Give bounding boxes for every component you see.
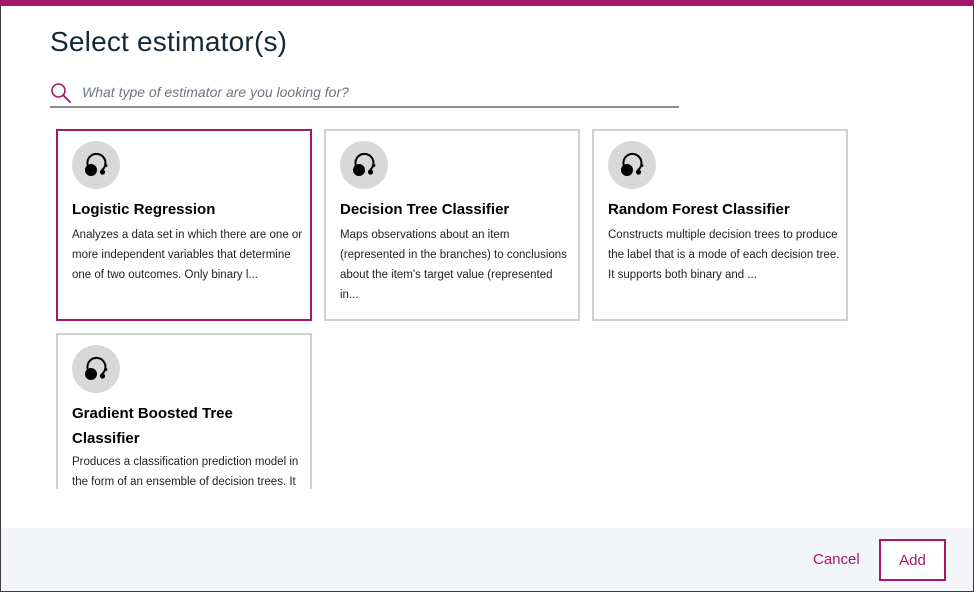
estimator-card-gradient-boosted-tree-classifier[interactable]: Gradient Boosted Tree Classifier Produce… [56,333,312,489]
select-estimators-dialog: Select estimator(s) Logistic Regression … [0,6,974,592]
estimator-icon [72,141,120,189]
estimator-icon [72,345,120,393]
estimator-description: Constructs multiple decision trees to pr… [608,229,840,281]
search-icon [51,83,71,103]
estimator-card-random-forest-classifier[interactable]: Random Forest Classifier Constructs mult… [592,129,848,321]
search-input[interactable] [82,81,672,103]
estimator-description: Produces a classification prediction mod… [72,456,299,488]
add-button[interactable]: Add [879,539,946,581]
estimator-grid: Logistic Regression Analyzes a data set … [56,129,856,489]
estimator-card-logistic-regression[interactable]: Logistic Regression Analyzes a data set … [56,129,312,321]
estimator-name: Logistic Regression [72,201,216,218]
estimator-icon [340,141,388,189]
estimator-icon [608,141,656,189]
estimator-card-decision-tree-classifier[interactable]: Decision Tree Classifier Maps observatio… [324,129,580,321]
estimator-description: Maps observations about an item (represe… [340,229,567,301]
dialog-footer: Cancel Add [1,528,973,591]
estimator-description: Analyzes a data set in which there are o… [72,229,303,281]
estimator-name: Gradient Boosted Tree Classifier [72,405,233,447]
cancel-button[interactable]: Cancel [809,546,864,572]
dialog-title: Select estimator(s) [50,26,288,57]
search-field[interactable] [50,80,679,108]
estimator-name: Random Forest Classifier [608,201,790,218]
estimator-name: Decision Tree Classifier [340,201,510,218]
